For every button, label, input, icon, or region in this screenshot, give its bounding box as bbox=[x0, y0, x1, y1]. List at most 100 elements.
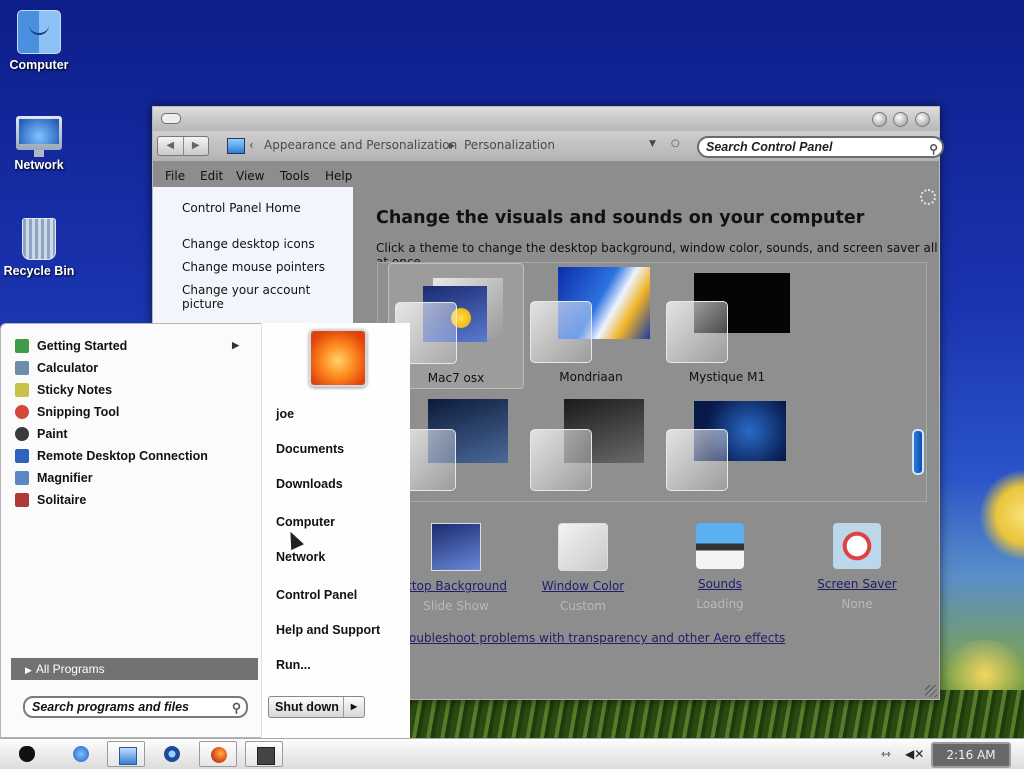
place-documents[interactable]: Documents bbox=[276, 442, 344, 456]
place-network[interactable]: Network bbox=[276, 550, 325, 564]
theme-mondriaan[interactable]: Mondriaan bbox=[524, 263, 658, 387]
desktop-icon-network[interactable]: Network bbox=[2, 112, 76, 172]
theme-label: Mondriaan bbox=[559, 370, 623, 384]
property-label[interactable]: Window Color bbox=[528, 579, 638, 593]
place-user-folder[interactable]: joe bbox=[276, 407, 294, 421]
maximize-button[interactable] bbox=[893, 112, 908, 127]
paint-icon bbox=[15, 427, 29, 441]
program-solitaire[interactable]: Solitaire bbox=[15, 493, 247, 513]
nav-link-change-account-picture[interactable]: Change your account picture bbox=[182, 283, 353, 311]
property-value: Custom bbox=[560, 599, 606, 613]
search-control-panel-input[interactable]: Search Control Panel ⚲ bbox=[697, 136, 944, 158]
nav-link-control-panel-home[interactable]: Control Panel Home bbox=[182, 201, 301, 215]
desktop-background-button[interactable]: ktop Background Slide Show bbox=[401, 523, 511, 613]
shut-down-label: Shut down bbox=[275, 700, 339, 714]
window-color-button[interactable]: Window Color Custom bbox=[528, 523, 638, 613]
nav-buttons: ◀ ▶ bbox=[157, 136, 209, 156]
sticky-notes-icon bbox=[15, 383, 29, 397]
taskbar-quicktime-button[interactable] bbox=[153, 741, 191, 767]
minimize-button[interactable] bbox=[872, 112, 887, 127]
nav-link-change-mouse-pointers[interactable]: Change mouse pointers bbox=[182, 260, 325, 274]
network-tray-icon[interactable]: ⇿ bbox=[881, 747, 891, 761]
refresh-icon[interactable]: ○ bbox=[671, 138, 680, 149]
theme-color-swatch bbox=[666, 429, 728, 491]
menu-file[interactable]: File bbox=[165, 169, 185, 183]
back-button[interactable]: ◀ bbox=[158, 137, 184, 155]
program-snipping-tool[interactable]: Snipping Tool bbox=[15, 405, 247, 425]
property-label[interactable]: ktop Background bbox=[401, 579, 511, 593]
start-button[interactable] bbox=[8, 741, 46, 767]
menu-view[interactable]: View bbox=[236, 169, 264, 183]
place-run[interactable]: Run... bbox=[276, 658, 311, 672]
volume-muted-icon[interactable]: ◀✕ bbox=[905, 747, 924, 761]
program-magnifier[interactable]: Magnifier bbox=[15, 471, 247, 491]
program-label: Calculator bbox=[37, 361, 99, 375]
property-value: None bbox=[841, 597, 873, 611]
screen-saver-button[interactable]: Screen Saver None bbox=[802, 523, 912, 611]
monitor-icon bbox=[16, 116, 62, 157]
theme-list-scrollbar[interactable] bbox=[912, 429, 924, 475]
shut-down-options-arrow-icon[interactable]: ▶ bbox=[343, 697, 364, 717]
sounds-icon bbox=[696, 523, 744, 569]
taskbar-explorer-button[interactable] bbox=[107, 741, 145, 767]
theme-color-swatch bbox=[530, 301, 592, 363]
desktop-icon-recycle-bin[interactable]: Recycle Bin bbox=[2, 218, 76, 278]
breadcrumb-item[interactable]: Personalization bbox=[464, 138, 555, 152]
address-bar: ◀ ▶ ‹ Appearance and Personalization ▸ P… bbox=[153, 131, 944, 161]
place-downloads[interactable]: Downloads bbox=[276, 477, 343, 491]
search-placeholder: Search programs and files bbox=[32, 700, 190, 714]
program-paint[interactable]: Paint bbox=[15, 427, 247, 447]
close-button[interactable] bbox=[915, 112, 930, 127]
calculator-icon bbox=[15, 361, 29, 375]
theme-mystique-m1[interactable]: Mystique M1 bbox=[660, 263, 794, 387]
program-sticky-notes[interactable]: Sticky Notes bbox=[15, 383, 247, 403]
apple-icon bbox=[19, 746, 35, 762]
menu-help[interactable]: Help bbox=[325, 169, 352, 183]
breadcrumb-item[interactable]: Appearance and Personalization bbox=[264, 138, 457, 152]
property-label[interactable]: Screen Saver bbox=[802, 577, 912, 591]
place-control-panel[interactable]: Control Panel bbox=[276, 588, 357, 602]
nav-link-change-desktop-icons[interactable]: Change desktop icons bbox=[182, 237, 315, 251]
toolbar-toggle-button[interactable] bbox=[161, 113, 181, 124]
place-computer[interactable]: Computer bbox=[276, 515, 335, 529]
program-label: Getting Started bbox=[37, 339, 128, 353]
search-icon[interactable]: ⚲ bbox=[232, 699, 241, 717]
forward-button[interactable]: ▶ bbox=[184, 137, 209, 155]
resize-grip[interactable] bbox=[925, 685, 937, 697]
program-remote-desktop-connection[interactable]: Remote Desktop Connection bbox=[15, 449, 247, 469]
program-getting-started[interactable]: Getting Started ▶ bbox=[15, 339, 247, 359]
sounds-button[interactable]: Sounds Loading bbox=[665, 523, 775, 611]
user-avatar[interactable] bbox=[309, 329, 367, 387]
aero-troubleshoot-link[interactable]: oubleshoot problems with transparency an… bbox=[409, 631, 785, 645]
program-label: Paint bbox=[37, 427, 68, 441]
search-programs-input[interactable]: Search programs and files ⚲ bbox=[23, 696, 248, 718]
address-dropdown-icon[interactable]: ▼ bbox=[649, 139, 656, 149]
theme-color-swatch bbox=[666, 301, 728, 363]
theme-row2-2[interactable] bbox=[524, 397, 658, 501]
taskbar-browser-button[interactable] bbox=[62, 741, 100, 767]
help-icon[interactable] bbox=[920, 189, 936, 205]
menu-tools[interactable]: Tools bbox=[280, 169, 310, 183]
firefox-icon bbox=[211, 747, 227, 763]
taskbar-firefox-button[interactable] bbox=[199, 741, 237, 767]
theme-list: Mac7 osx Mondriaan Mystique M1 bbox=[377, 262, 927, 502]
clock[interactable]: 2:16 AM bbox=[931, 742, 1011, 768]
program-label: Remote Desktop Connection bbox=[37, 449, 208, 463]
shut-down-button[interactable]: Shut down ▶ bbox=[268, 696, 365, 718]
taskbar-control-panel-button[interactable] bbox=[245, 741, 283, 767]
desktop-icon-computer[interactable]: Computer bbox=[2, 10, 76, 72]
theme-row2-3[interactable] bbox=[660, 397, 794, 501]
recycle-bin-icon bbox=[22, 218, 56, 260]
theme-label: Mystique M1 bbox=[688, 370, 766, 384]
title-bar[interactable] bbox=[153, 107, 939, 131]
search-icon[interactable]: ⚲ bbox=[929, 140, 938, 158]
all-programs-button[interactable]: ▶ All Programs bbox=[11, 658, 258, 680]
menu-edit[interactable]: Edit bbox=[200, 169, 223, 183]
wallpaper-flower bbox=[980, 470, 1024, 560]
program-label: Solitaire bbox=[37, 493, 87, 507]
property-label[interactable]: Sounds bbox=[665, 577, 775, 591]
program-label: Sticky Notes bbox=[37, 383, 113, 397]
place-help-and-support[interactable]: Help and Support bbox=[276, 623, 380, 637]
desktop-icon-label: Computer bbox=[9, 58, 69, 72]
program-calculator[interactable]: Calculator bbox=[15, 361, 247, 381]
